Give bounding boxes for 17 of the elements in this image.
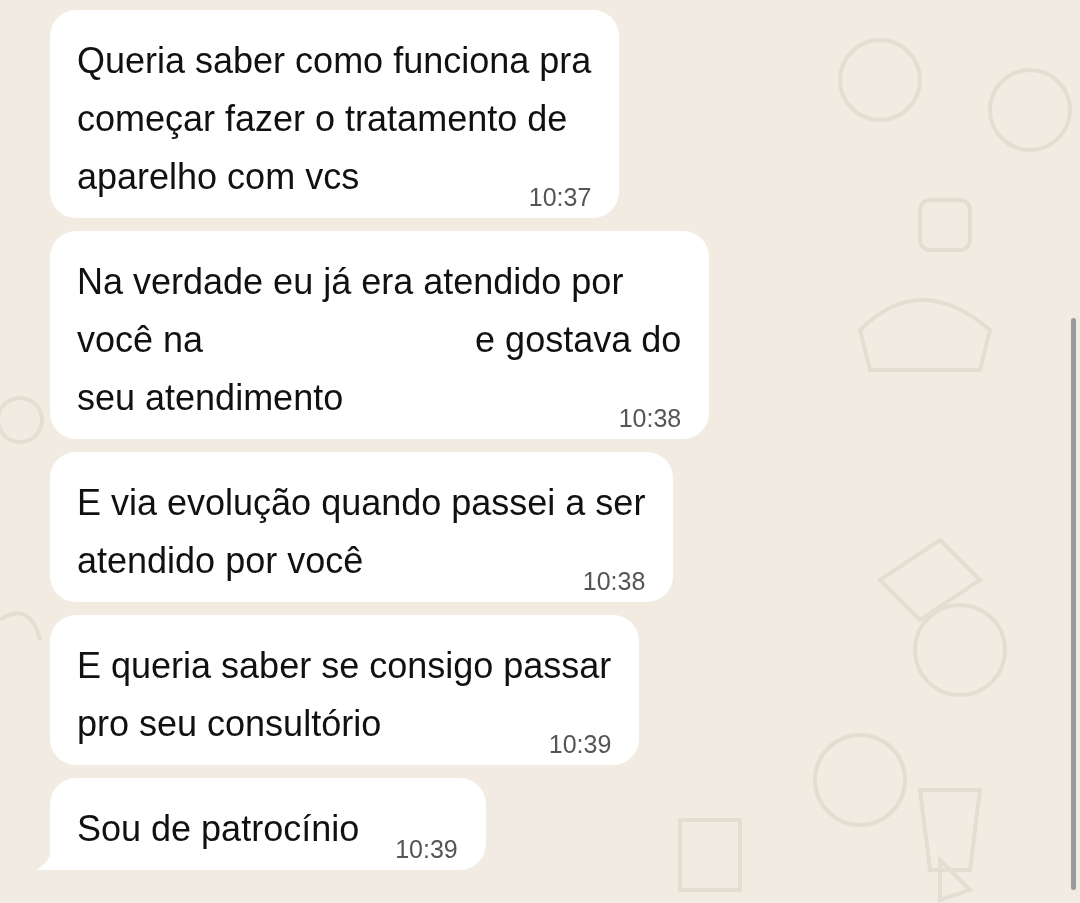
- message-text: e gostava do: [475, 318, 682, 362]
- message-text: começar fazer o tratamento de: [77, 98, 568, 139]
- message-time: 10:37: [528, 182, 592, 212]
- message-text: E queria saber se consigo passar: [77, 645, 612, 686]
- message-time: 10:38: [582, 566, 646, 596]
- message-text: E via evolução quando passei a ser: [77, 482, 646, 523]
- message-text: aparelho com vcs: [77, 155, 360, 199]
- message-text: Na verdade eu já era atendido por: [77, 261, 624, 302]
- message-text: Sou de patrocínio: [77, 807, 360, 851]
- message-text: Queria saber como funciona pra: [77, 40, 592, 81]
- message-text: atendido por você: [77, 539, 364, 583]
- message-time: 10:38: [618, 403, 682, 433]
- message-text: você na: [77, 318, 204, 362]
- message-text: pro seu consultório: [77, 702, 382, 746]
- message-time: 10:39: [395, 834, 458, 864]
- message-text: seu atendimento: [77, 376, 344, 420]
- message-time: 10:39: [548, 729, 612, 759]
